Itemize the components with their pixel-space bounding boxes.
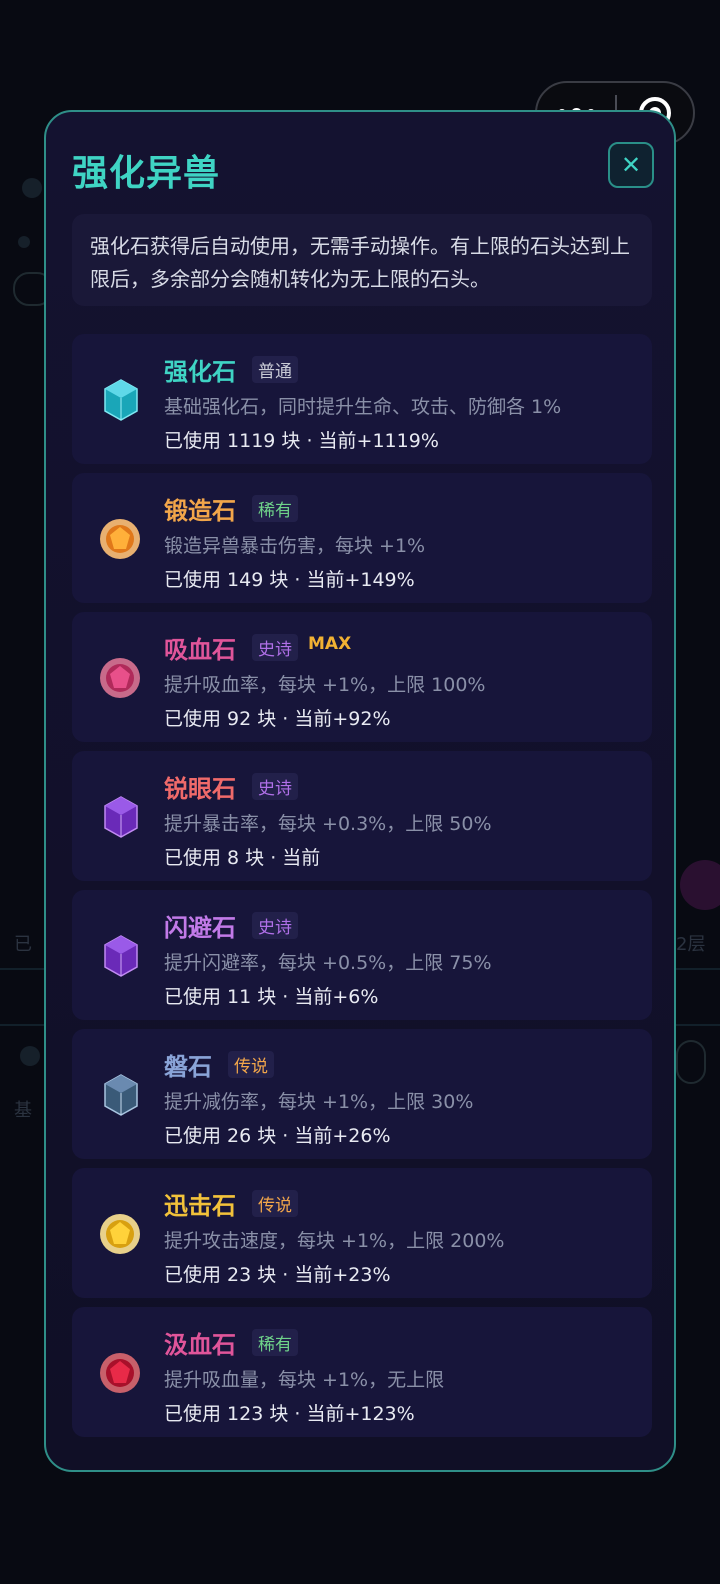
enhance-beast-modal: 强化异兽 ✕ 强化石获得后自动使用，无需手动操作。有上限的石头达到上限后，多余部… [44, 110, 676, 1472]
stone-usage: 已使用 92 块 · 当前+92% [164, 708, 391, 730]
orange-round-gem-icon [100, 519, 140, 559]
bg-purple-orb-icon [680, 860, 720, 910]
stone-usage: 已使用 11 块 · 当前+6% [164, 986, 379, 1008]
stone-effect: 提升吸血量，每块 +1%，无上限 [164, 1369, 445, 1391]
stone-effect: 提升闪避率，每块 +0.5%，上限 75% [164, 952, 492, 974]
bg-avatar-icon [22, 178, 42, 198]
stone-name: 磐石 [164, 1053, 212, 1081]
stone-usage: 已使用 1119 块 · 当前+1119% [164, 430, 439, 452]
stone-item: 锻造石 稀有 锻造异兽暴击伤害，每块 +1% 已使用 149 块 · 当前+14… [72, 473, 652, 603]
rarity-badge: 传说 [228, 1051, 274, 1078]
crimson-round-gem-icon [100, 1353, 140, 1393]
rarity-badge: 史诗 [252, 634, 298, 661]
cyan-crystal-icon [104, 379, 138, 421]
stone-usage: 已使用 8 块 · 当前 [164, 847, 321, 869]
stone-item: 汲血石 稀有 提升吸血量，每块 +1%，无上限 已使用 123 块 · 当前+1… [72, 1307, 652, 1437]
rarity-badge: 稀有 [252, 495, 298, 522]
stone-effect: 提升攻击速度，每块 +1%，上限 200% [164, 1230, 505, 1252]
bg-skull-icon [18, 236, 30, 248]
stone-usage: 已使用 26 块 · 当前+26% [164, 1125, 391, 1147]
modal-title: 强化异兽 [72, 153, 221, 194]
modal-description: 强化石获得后自动使用，无需手动操作。有上限的石头达到上限后，多余部分会随机转化为… [72, 214, 652, 306]
stone-name: 锐眼石 [164, 775, 236, 803]
stone-name: 锻造石 [164, 497, 236, 525]
rarity-badge: 传说 [252, 1190, 298, 1217]
stone-effect: 提升减伤率，每块 +1%，上限 30% [164, 1091, 474, 1113]
bg-round-button [676, 1040, 706, 1084]
purple-crystal-icon [104, 935, 138, 977]
max-badge: MAX [308, 634, 352, 654]
stone-name: 汲血石 [164, 1331, 236, 1359]
rarity-badge: 稀有 [252, 1329, 298, 1356]
stone-usage: 已使用 23 块 · 当前+23% [164, 1264, 391, 1286]
rarity-badge: 普通 [252, 356, 298, 383]
gold-round-gem-icon [100, 1214, 140, 1254]
close-button[interactable]: ✕ [608, 142, 654, 188]
bg-label: 基 [14, 1100, 32, 1121]
stone-name: 迅击石 [164, 1192, 236, 1220]
stone-effect: 提升吸血率，每块 +1%，上限 100% [164, 674, 486, 696]
stone-name: 闪避石 [164, 914, 236, 942]
stone-name: 吸血石 [164, 636, 236, 664]
stone-item: 吸血石 史诗 MAX 提升吸血率，每块 +1%，上限 100% 已使用 92 块… [72, 612, 652, 742]
pink-round-gem-icon [100, 658, 140, 698]
bg-label: 2层 [676, 934, 706, 955]
stone-item: 锐眼石 史诗 提升暴击率，每块 +0.3%，上限 50% 已使用 8 块 · 当… [72, 751, 652, 881]
purple-crystal-icon [104, 796, 138, 838]
stone-item: 闪避石 史诗 提升闪避率，每块 +0.5%，上限 75% 已使用 11 块 · … [72, 890, 652, 1020]
steel-crystal-icon [104, 1074, 138, 1116]
stone-item: 强化石 普通 基础强化石，同时提升生命、攻击、防御各 1% 已使用 1119 块… [72, 334, 652, 464]
rarity-badge: 史诗 [252, 912, 298, 939]
close-icon: ✕ [620, 151, 642, 179]
bg-gem-icon [20, 1046, 40, 1066]
stone-item: 迅击石 传说 提升攻击速度，每块 +1%，上限 200% 已使用 23 块 · … [72, 1168, 652, 1298]
stone-name: 强化石 [164, 358, 236, 386]
stone-effect: 基础强化石，同时提升生命、攻击、防御各 1% [164, 396, 562, 418]
stone-effect: 锻造异兽暴击伤害，每块 +1% [164, 535, 426, 557]
stone-effect: 提升暴击率，每块 +0.3%，上限 50% [164, 813, 492, 835]
stone-usage: 已使用 149 块 · 当前+149% [164, 569, 415, 591]
stone-usage: 已使用 123 块 · 当前+123% [164, 1403, 415, 1425]
rarity-badge: 史诗 [252, 773, 298, 800]
bg-label: 已 [14, 934, 32, 955]
stone-item: 磐石 传说 提升减伤率，每块 +1%，上限 30% 已使用 26 块 · 当前+… [72, 1029, 652, 1159]
